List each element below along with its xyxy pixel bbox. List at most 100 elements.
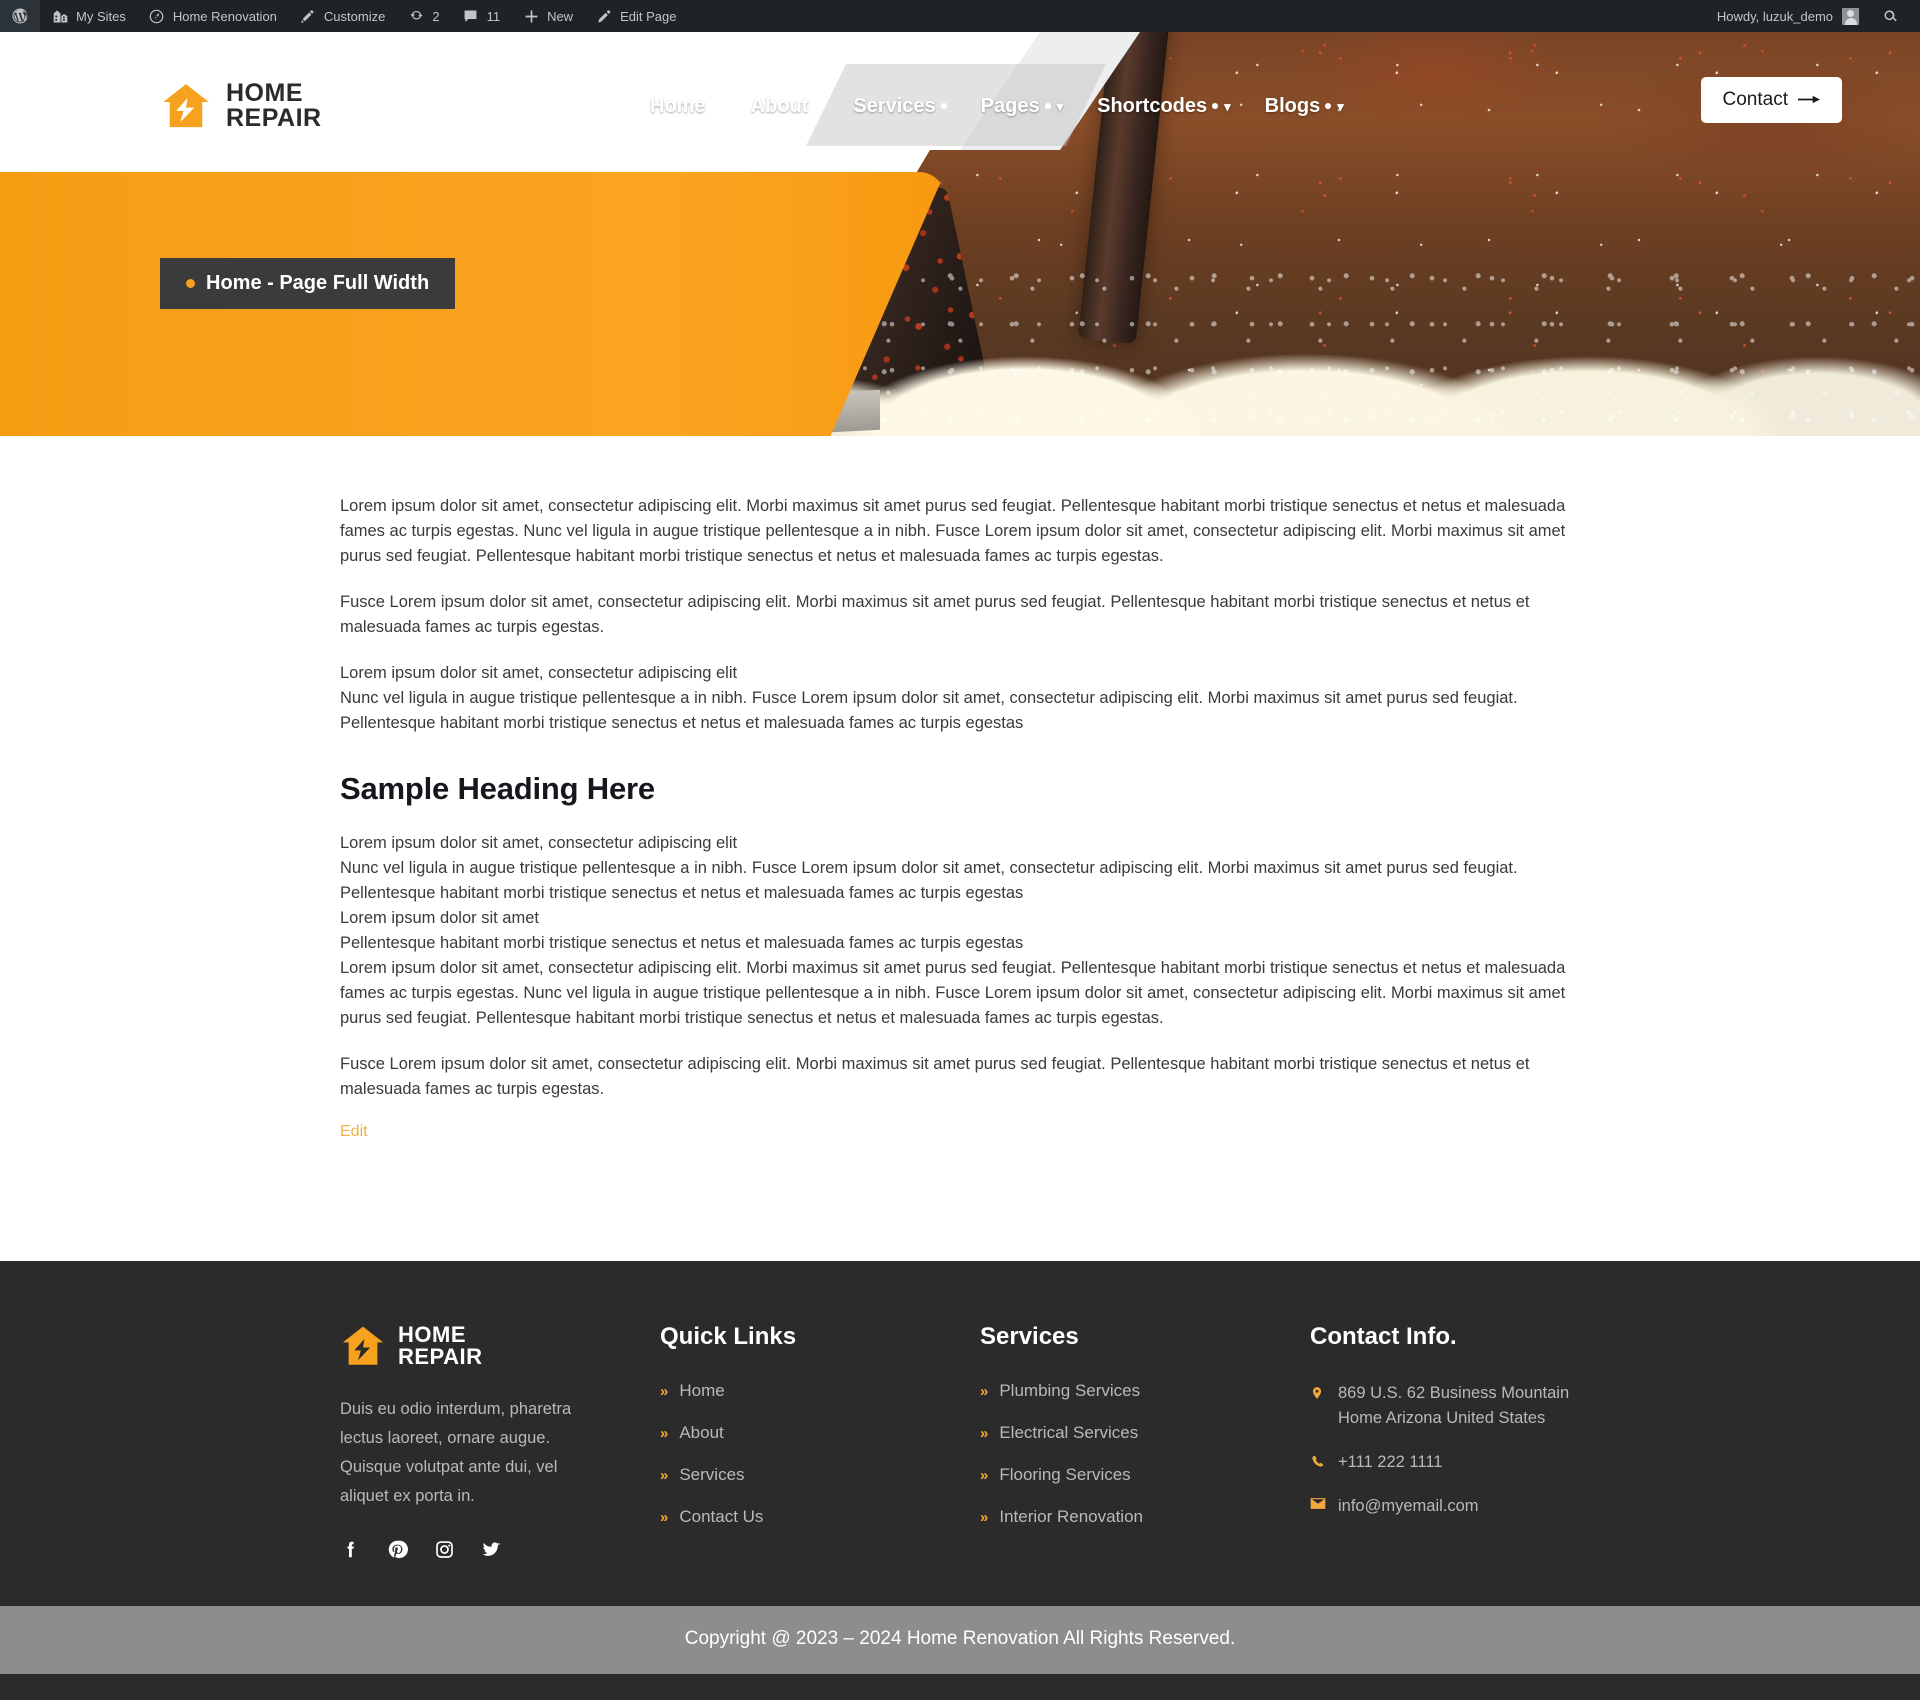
admin-bar-my-sites[interactable]: My Sites [40, 0, 137, 32]
footer-contact-title: Contact Info. [1310, 1323, 1457, 1350]
footer-services-list: » Plumbing Services » Electrical Service… [980, 1381, 1310, 1527]
footer-bottom-strip [0, 1674, 1920, 1700]
double-chevron-right-icon: » [660, 1425, 669, 1442]
nav-item-home[interactable]: Home [650, 95, 717, 118]
double-chevron-right-icon: » [980, 1509, 989, 1526]
hero-banner: HOME REPAIR Home About Services Pages ▾ … [0, 32, 1920, 436]
paragraph-2: Fusce Lorem ipsum dolor sit amet, consec… [340, 593, 1530, 636]
site-logo-text: HOME REPAIR [226, 80, 322, 132]
site-logo[interactable]: HOME REPAIR [160, 80, 322, 132]
footer-contact-email-text: info@myemail.com [1338, 1497, 1479, 1515]
footer-services-title: Services [980, 1323, 1079, 1350]
site-footer: HOME REPAIR Duis eu odio interdum, phare… [0, 1261, 1920, 1606]
content-container: Lorem ipsum dolor sit amet, consectetur … [340, 494, 1580, 1141]
nav-dot-icon [1044, 103, 1051, 109]
footer-link-services-label: Services [679, 1465, 745, 1484]
footer-service-interior-renovation-label: Interior Renovation [999, 1507, 1143, 1526]
footer-link-about[interactable]: » About [660, 1423, 980, 1443]
arrow-right-icon [1798, 89, 1820, 111]
admin-bar-customize-label: Customize [323, 8, 386, 24]
footer-link-services[interactable]: » Services [660, 1465, 980, 1485]
footer-contact-address-text: 869 U.S. 62 Business Mountain Home Arizo… [1338, 1384, 1570, 1427]
plus-icon [522, 7, 540, 25]
footer-service-plumbing-label: Plumbing Services [999, 1381, 1141, 1400]
footer-logo-line-2: REPAIR [398, 1344, 483, 1369]
page-heading: Sample Heading Here [340, 771, 655, 806]
chevron-down-icon: ▾ [1224, 98, 1231, 114]
nav-dot-icon [940, 103, 947, 109]
paragraph-1: Lorem ipsum dolor sit amet, consectetur … [340, 497, 1566, 565]
edit-post-link[interactable]: Edit [340, 1123, 368, 1140]
footer-logo-text: HOME REPAIR [398, 1321, 483, 1369]
footer-quick-links-column: Quick Links » Home » About » Services » … [660, 1323, 980, 1560]
footer-quick-links-title: Quick Links [660, 1323, 797, 1350]
page-content: Lorem ipsum dolor sit amet, consectetur … [0, 436, 1920, 1261]
instagram-icon[interactable] [434, 1539, 455, 1560]
hero-orange-panel [0, 172, 945, 436]
search-icon [1881, 7, 1899, 25]
nav-item-shortcodes-label: Shortcodes [1097, 94, 1208, 117]
nav-item-blogs[interactable]: Blogs ▾ [1265, 95, 1344, 118]
footer-service-plumbing[interactable]: » Plumbing Services [980, 1381, 1310, 1401]
dashboard-icon [148, 7, 166, 25]
contact-button[interactable]: Contact [1700, 77, 1842, 123]
admin-bar-left-group: My Sites Home Renovation Customize 2 11 [0, 0, 687, 32]
footer-link-contact-us[interactable]: » Contact Us [660, 1507, 980, 1527]
admin-bar-search-button[interactable] [1870, 0, 1910, 32]
footer-contact-phone-text: +111 222 1111 [1338, 1453, 1443, 1471]
admin-bar-my-sites-label: My Sites [76, 8, 126, 24]
house-repair-logo-icon [160, 80, 212, 132]
admin-bar-new[interactable]: New [511, 0, 584, 32]
footer-service-electrical[interactable]: » Electrical Services [980, 1423, 1310, 1443]
nav-dot-icon [710, 103, 717, 109]
twitter-icon[interactable] [481, 1539, 502, 1560]
nav-item-home-label: Home [650, 94, 706, 117]
footer-service-flooring[interactable]: » Flooring Services [980, 1465, 1310, 1485]
footer-service-interior-renovation[interactable]: » Interior Renovation [980, 1507, 1310, 1527]
footer-link-about-label: About [679, 1423, 724, 1442]
nav-item-pages[interactable]: Pages ▾ [981, 95, 1063, 118]
location-pin-icon [1310, 1381, 1326, 1402]
admin-bar-edit-page-label: Edit Page [620, 8, 677, 24]
footer-link-home[interactable]: » Home [660, 1381, 980, 1401]
footer-brand-column: HOME REPAIR Duis eu odio interdum, phare… [340, 1323, 660, 1560]
footer-contact-email[interactable]: info@myemail.com [1310, 1494, 1580, 1519]
nav-item-blogs-label: Blogs [1264, 94, 1321, 117]
admin-bar-updates[interactable]: 2 [396, 0, 450, 32]
nav-item-pages-label: Pages [980, 94, 1040, 117]
wp-admin-bar: My Sites Home Renovation Customize 2 11 [0, 0, 1920, 32]
footer-logo[interactable]: HOME REPAIR [340, 1323, 660, 1369]
double-chevron-right-icon: » [980, 1383, 989, 1400]
pencil-icon [595, 7, 613, 25]
footer-link-contact-us-label: Contact Us [679, 1507, 764, 1526]
chevron-down-icon: ▾ [1056, 98, 1064, 114]
footer-link-home-label: Home [679, 1381, 725, 1400]
admin-bar-comments[interactable]: 11 [451, 0, 512, 32]
nav-item-services[interactable]: Services [853, 95, 947, 118]
double-chevron-right-icon: » [660, 1467, 669, 1484]
admin-bar-updates-count: 2 [432, 8, 440, 24]
footer-social-links [340, 1539, 660, 1560]
brush-icon [299, 7, 317, 25]
admin-bar-my-account[interactable]: Howdy, luzuk_demo [1706, 0, 1870, 32]
admin-bar-site-name[interactable]: Home Renovation [137, 0, 288, 32]
footer-contact-info: 869 U.S. 62 Business Mountain Home Arizo… [1310, 1381, 1580, 1519]
avatar [1842, 7, 1859, 25]
sites-icon [51, 7, 69, 25]
double-chevron-right-icon: » [660, 1383, 669, 1400]
admin-bar-customize[interactable]: Customize [288, 0, 396, 32]
footer-service-electrical-label: Electrical Services [999, 1423, 1139, 1442]
nav-item-shortcodes[interactable]: Shortcodes ▾ [1097, 95, 1231, 118]
admin-bar-edit-page[interactable]: Edit Page [584, 0, 687, 32]
comment-icon [462, 7, 480, 25]
nav-item-about[interactable]: About [751, 95, 820, 118]
footer-contact-phone[interactable]: +111 222 1111 [1310, 1450, 1580, 1475]
pinterest-icon[interactable] [387, 1539, 408, 1560]
copyright-bar: Copyright @ 2023 – 2024 Home Renovation … [0, 1606, 1920, 1674]
facebook-icon[interactable] [340, 1539, 361, 1560]
double-chevron-right-icon: » [660, 1509, 669, 1526]
phone-icon [1310, 1450, 1326, 1470]
main-navigation: Home About Services Pages ▾ Shortcodes ▾… [650, 80, 1344, 132]
wordpress-logo-button[interactable] [0, 0, 40, 32]
footer-logo-line-1: HOME [398, 1321, 466, 1347]
